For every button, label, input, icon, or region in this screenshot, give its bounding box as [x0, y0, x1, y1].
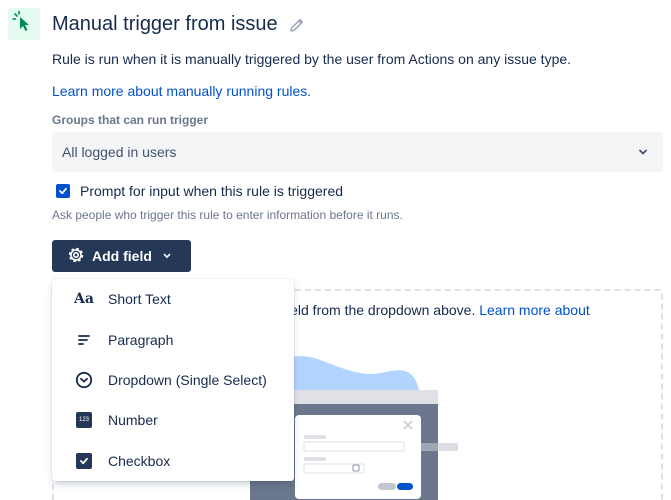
menu-item-dropdown[interactable]: Dropdown (Single Select): [52, 360, 294, 400]
paragraph-icon: [74, 330, 94, 350]
menu-item-paragraph[interactable]: Paragraph: [52, 319, 294, 359]
prompt-checkbox-label: Prompt for input when this rule is trigg…: [80, 183, 344, 199]
menu-item-label: Checkbox: [108, 452, 171, 469]
page-title: Manual trigger from issue: [52, 13, 306, 36]
menu-item-label: Short Text: [108, 291, 171, 308]
prompt-helper-text: Ask people who trigger this rule to ente…: [52, 208, 403, 222]
learn-more-link[interactable]: Learn more about manually running rules.: [52, 83, 311, 99]
add-field-button[interactable]: Add field: [52, 240, 191, 272]
chevron-down-icon: [637, 145, 649, 161]
menu-item-label: Paragraph: [108, 331, 174, 348]
pencil-icon[interactable]: [288, 16, 306, 34]
chevron-circle-icon: [74, 370, 94, 390]
checkbox-icon: [74, 451, 94, 471]
menu-item-short-text[interactable]: Aa Short Text: [52, 279, 294, 319]
text-format-icon: Aa: [74, 291, 94, 308]
groups-select[interactable]: All logged in users: [52, 132, 663, 172]
title-text: Manual trigger from issue: [52, 13, 278, 35]
menu-item-label: Number: [108, 412, 158, 429]
menu-item-checkbox[interactable]: Checkbox: [52, 441, 294, 481]
prompt-checkbox-row[interactable]: Prompt for input when this rule is trigg…: [56, 183, 343, 199]
trigger-description: Rule is run when it is manually triggere…: [52, 51, 572, 67]
menu-item-label: Dropdown (Single Select): [108, 371, 267, 388]
empty-state-message: ield from the dropdown above.: [287, 302, 476, 318]
groups-label: Groups that can run trigger: [52, 113, 209, 127]
menu-item-number[interactable]: 123 Number: [52, 400, 294, 440]
empty-state-link[interactable]: Learn more about: [479, 302, 590, 318]
number-icon-text: 123: [76, 412, 92, 429]
gear-icon: [66, 245, 86, 268]
add-field-menu: Aa Short Text Paragraph Dropdown (Single…: [52, 279, 294, 481]
chevron-down-icon: [162, 248, 172, 264]
add-field-label: Add field: [92, 248, 152, 264]
groups-select-value: All logged in users: [62, 144, 177, 160]
empty-state-text: ield from the dropdown above. Learn more…: [287, 302, 590, 318]
manual-trigger-icon: [8, 8, 40, 40]
number-icon: 123: [74, 410, 94, 430]
prompt-checkbox[interactable]: [56, 184, 70, 198]
